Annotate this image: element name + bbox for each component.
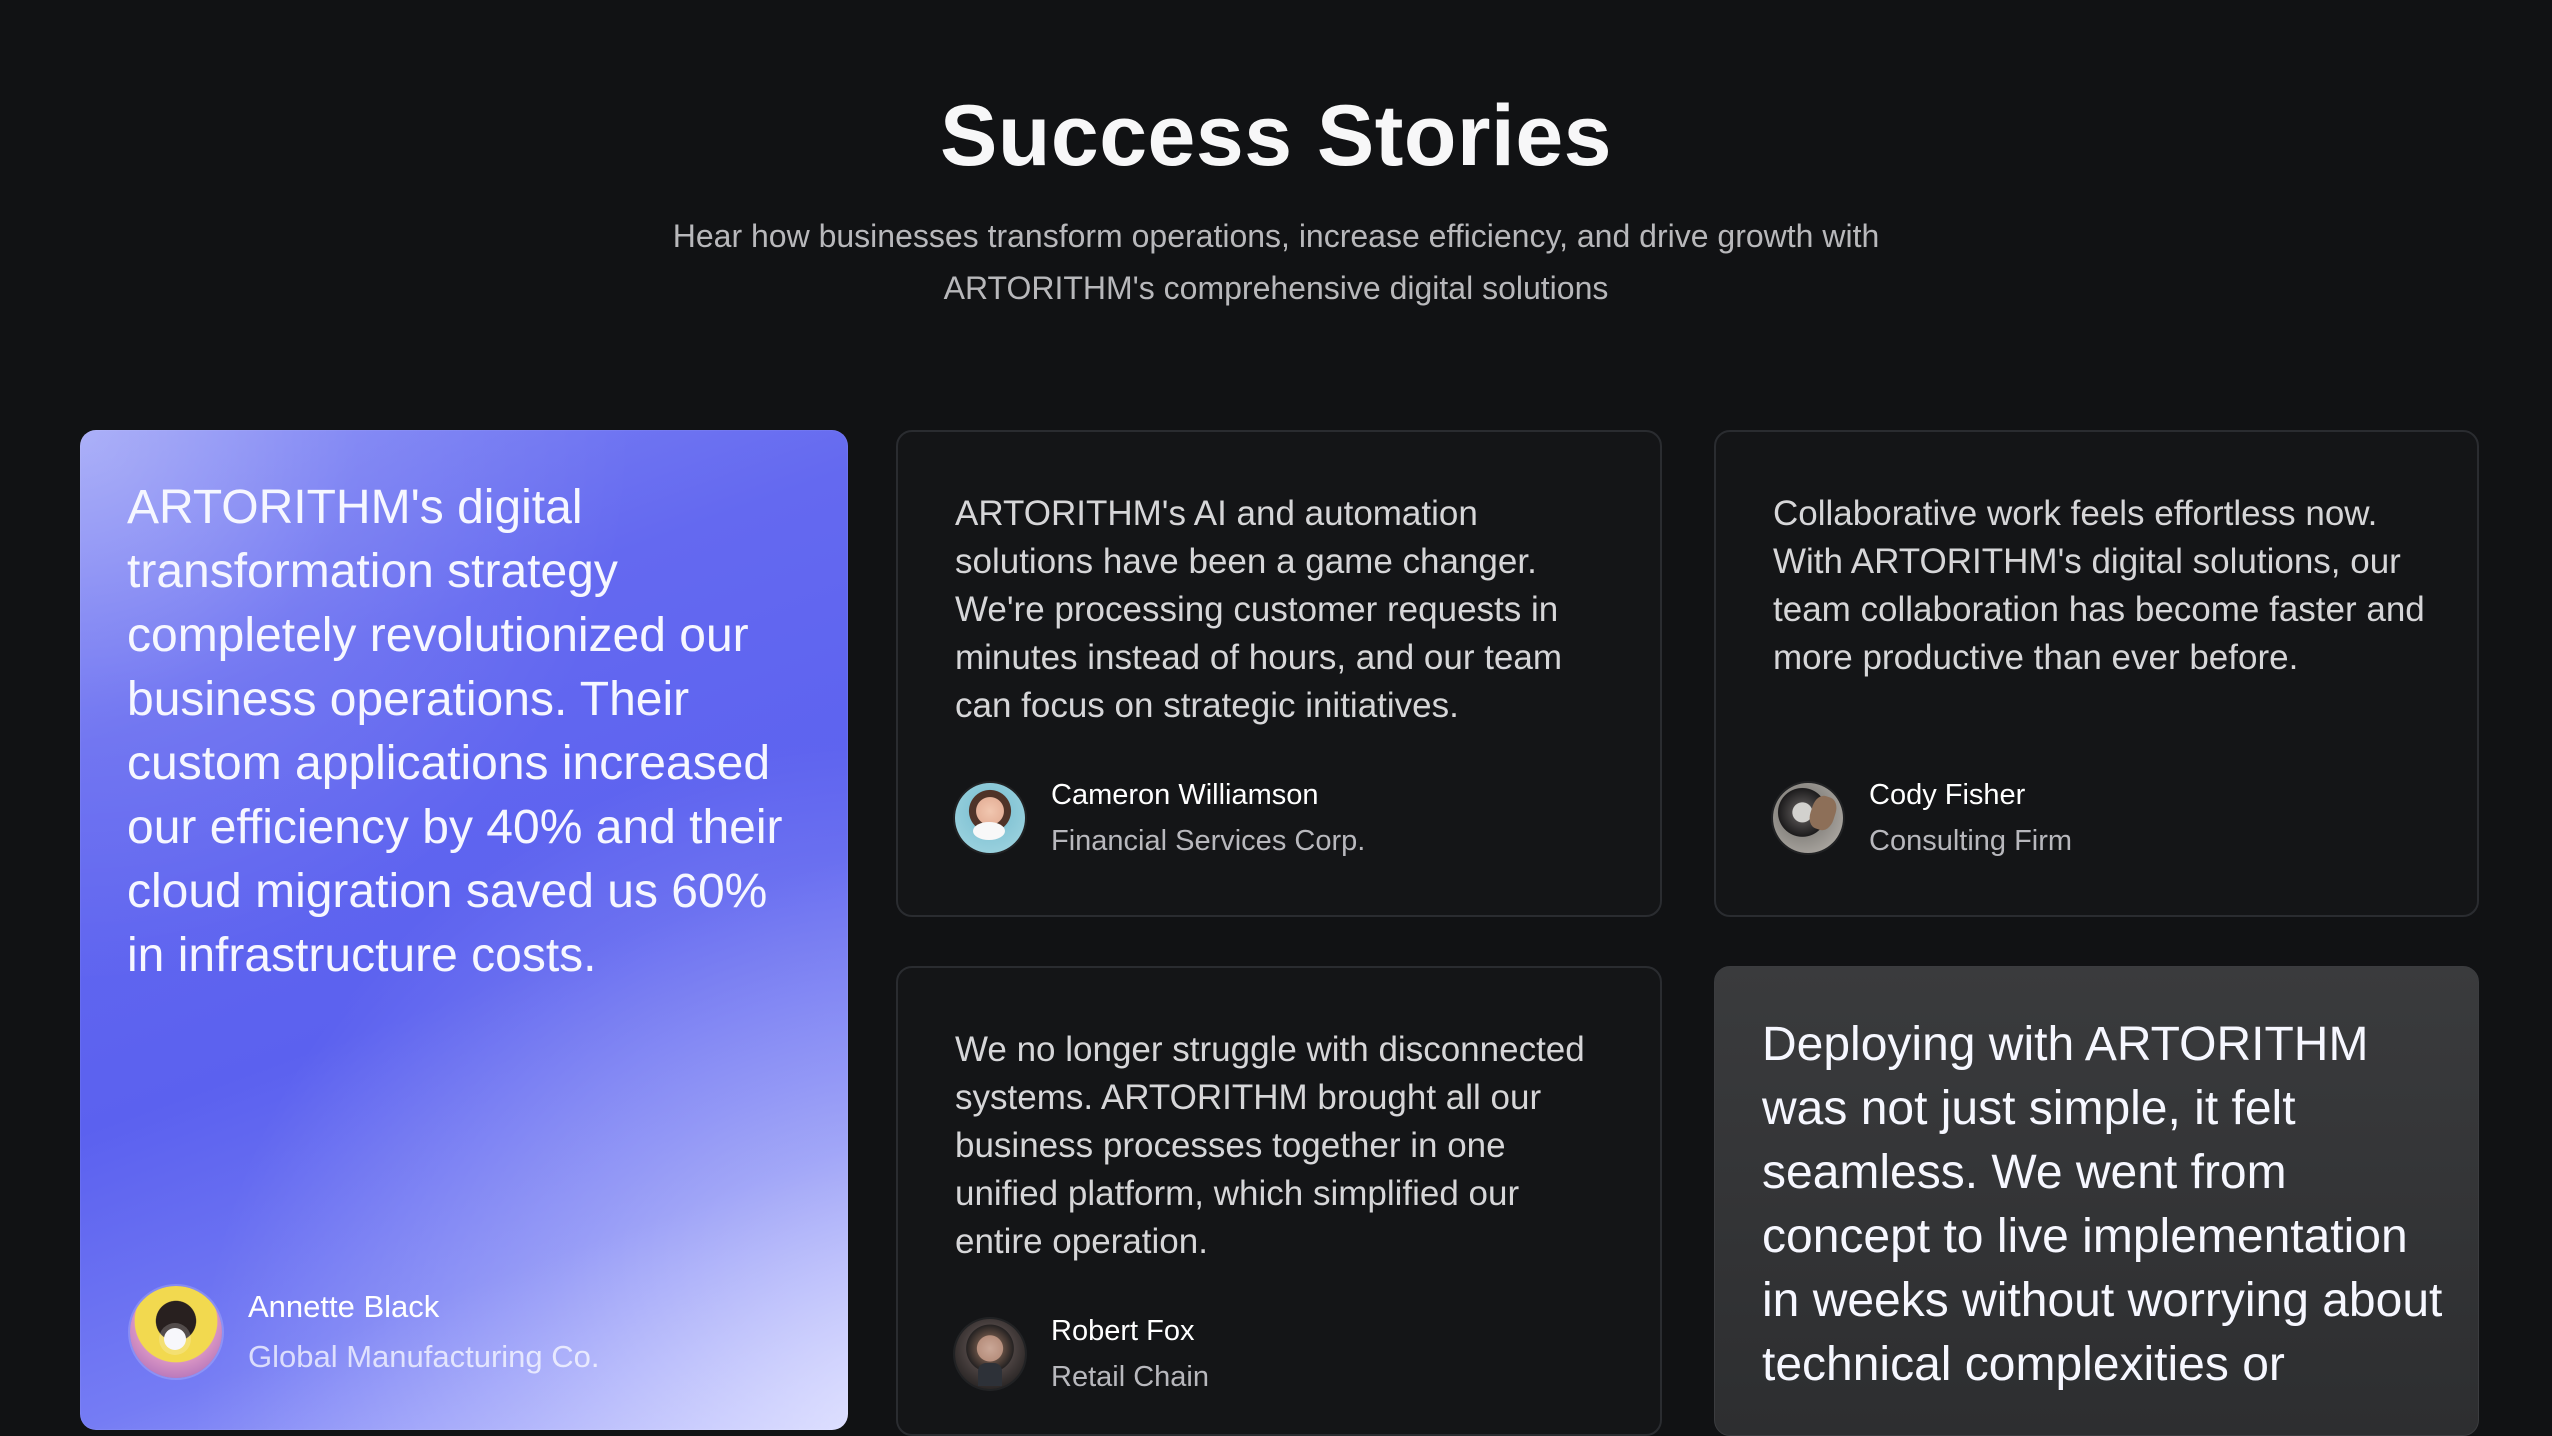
author-company: Financial Services Corp. bbox=[1051, 825, 1366, 857]
author-meta: Cody Fisher Consulting Firm bbox=[1869, 776, 2072, 860]
testimonial-author: Annette Black Global Manufacturing Co. bbox=[130, 1286, 600, 1378]
testimonial-quote: Deploying with ARTORITHM was not just si… bbox=[1762, 1018, 2443, 1391]
avatar bbox=[955, 1319, 1025, 1389]
avatar bbox=[1773, 783, 1843, 853]
testimonial-quote: ARTORITHM's digital transformation strat… bbox=[127, 481, 783, 982]
testimonial-author: Cameron Williamson Financial Services Co… bbox=[955, 776, 1365, 860]
author-name: Cameron Williamson bbox=[1051, 779, 1319, 811]
testimonial-card: Collaborative work feels effortless now.… bbox=[1714, 430, 2479, 917]
author-company: Consulting Firm bbox=[1869, 825, 2073, 857]
author-company: Retail Chain bbox=[1051, 1361, 1209, 1393]
testimonial-quote: We no longer struggle with disconnected … bbox=[955, 1030, 1585, 1261]
author-company: Global Manufacturing Co. bbox=[248, 1339, 600, 1374]
testimonial-author: Cody Fisher Consulting Firm bbox=[1773, 776, 2072, 860]
page-subtitle: Hear how businesses transform operations… bbox=[672, 218, 1880, 306]
testimonial-quote: ARTORITHM's AI and automation solutions … bbox=[955, 494, 1563, 725]
testimonial-quote: Collaborative work feels effortless now.… bbox=[1773, 494, 2425, 677]
author-meta: Cameron Williamson Financial Services Co… bbox=[1051, 776, 1365, 860]
author-name: Annette Black bbox=[248, 1289, 440, 1324]
testimonial-card-featured: ARTORITHM's digital transformation strat… bbox=[80, 430, 848, 1430]
testimonial-card: ARTORITHM's AI and automation solutions … bbox=[896, 430, 1662, 917]
author-name: Cody Fisher bbox=[1869, 779, 2026, 811]
testimonial-author: Robert Fox Retail Chain bbox=[955, 1312, 1209, 1396]
author-meta: Annette Black Global Manufacturing Co. bbox=[248, 1287, 600, 1377]
author-name: Robert Fox bbox=[1051, 1315, 1195, 1347]
testimonial-card: Deploying with ARTORITHM was not just si… bbox=[1714, 966, 2479, 1436]
avatar bbox=[130, 1286, 222, 1378]
testimonial-card: We no longer struggle with disconnected … bbox=[896, 966, 1662, 1436]
author-meta: Robert Fox Retail Chain bbox=[1051, 1312, 1209, 1396]
page-title: Success Stories bbox=[940, 88, 1612, 184]
avatar bbox=[955, 783, 1025, 853]
